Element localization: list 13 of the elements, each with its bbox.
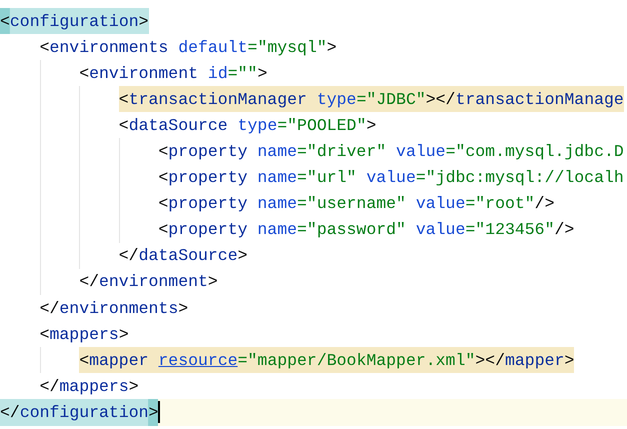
code-line: <property name="driver" value="com.mysql.jdbc.D xyxy=(158,141,624,164)
code-line: <mappers> xyxy=(40,324,129,346)
text-cursor xyxy=(158,401,160,424)
code-line: <property name="url" value="jdbc:mysql://localh xyxy=(158,167,624,190)
code-line: <dataSource type="POOLED"> xyxy=(118,114,376,137)
code-line: <property name="username" value="root"/> xyxy=(158,193,554,216)
code-line: </mappers> xyxy=(40,376,139,398)
code-line: </environment> xyxy=(79,271,218,294)
code-line: <property name="password" value="123456"/> xyxy=(158,219,574,242)
code-line: <environments default="mysql"> xyxy=(40,36,337,59)
code-line: </dataSource> xyxy=(118,245,248,268)
code-line: <environment id=""> xyxy=(79,62,268,85)
code-line: </environments> xyxy=(40,298,188,320)
